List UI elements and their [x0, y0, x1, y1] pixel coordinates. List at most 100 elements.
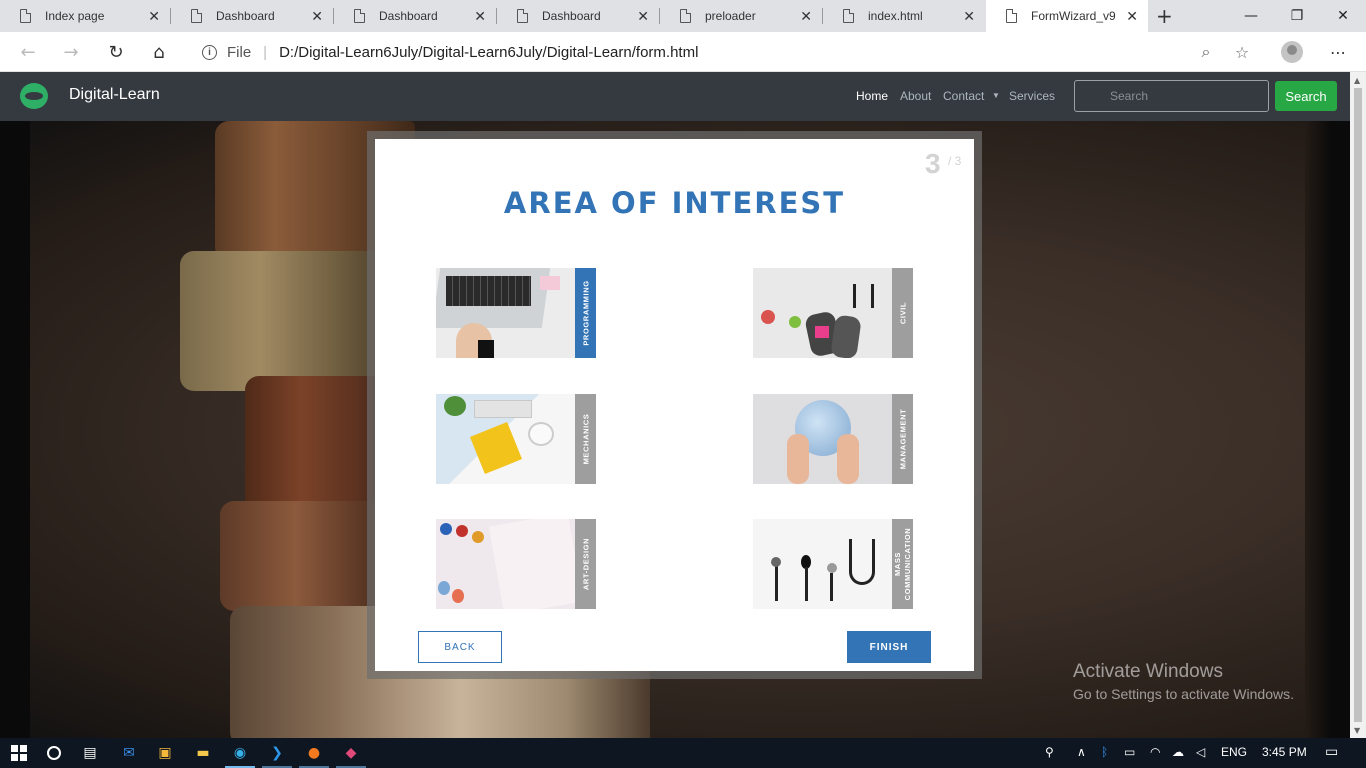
interest-option-mechanics[interactable]: MECHANICS [436, 394, 596, 484]
browser-tab[interactable]: index.html ✕ [823, 0, 985, 32]
back-button[interactable]: BACK [418, 631, 502, 663]
edge-browser-icon[interactable]: ◉ [229, 742, 251, 764]
option-label: PROGRAMMING [581, 280, 590, 346]
browser-tab[interactable]: Dashboard ✕ [334, 0, 496, 32]
option-label: MANAGEMENT [898, 408, 907, 470]
interest-option-programming[interactable]: PROGRAMMING [436, 268, 596, 358]
page-scrollbar[interactable]: ▲ ▼ [1350, 72, 1366, 738]
option-label: MECHANICS [581, 413, 590, 465]
clock[interactable]: 3:45 PM [1262, 745, 1307, 759]
close-tab-icon[interactable]: ✕ [963, 8, 975, 25]
site-brand[interactable]: Digital-Learn [69, 86, 160, 104]
browser-toolbar: ← → ↻ ⌂ i File | D:/Digital-Learn6July/D… [0, 32, 1366, 72]
nav-services[interactable]: Services [1009, 89, 1055, 103]
address-bar[interactable]: i File | D:/Digital-Learn6July/Digital-L… [188, 36, 1268, 68]
eye-logo-icon[interactable] [20, 83, 48, 109]
cloud-icon[interactable]: ☁ [1172, 745, 1184, 759]
interest-option-mass-communication[interactable]: MASS COMMUNICATION [753, 519, 913, 609]
volume-icon[interactable]: ◁ [1196, 745, 1205, 759]
paints-photo [436, 519, 575, 609]
step-number: 3 [925, 148, 941, 179]
close-tab-icon[interactable]: ✕ [148, 8, 160, 25]
nav-contact[interactable]: Contact [943, 89, 984, 103]
close-tab-icon[interactable]: ✕ [474, 8, 486, 25]
medical-tools-photo [753, 519, 892, 609]
option-label-tab: ART-DESIGN [575, 519, 596, 609]
chevron-up-icon[interactable]: ∧ [1077, 745, 1086, 759]
activate-windows-subtitle: Go to Settings to activate Windows. [1073, 686, 1294, 702]
new-tab-plus-icon[interactable]: + [1156, 4, 1173, 28]
favorite-star-icon[interactable]: ☆ [1226, 38, 1258, 66]
windows-start-icon[interactable] [8, 742, 30, 764]
profile-avatar[interactable] [1281, 41, 1303, 63]
interest-option-civil[interactable]: CIVIL [753, 268, 913, 358]
language-indicator[interactable]: ENG [1221, 745, 1247, 759]
restore-icon[interactable]: ❐ [1274, 0, 1320, 32]
people-icon[interactable]: ⚲ [1045, 745, 1054, 759]
scroll-down-arrow-icon[interactable]: ▼ [1354, 726, 1360, 735]
browser-tab-active[interactable]: FormWizard_v9 ✕ [986, 0, 1148, 32]
finish-button[interactable]: FINISH [847, 631, 931, 663]
browser-tab[interactable]: Index page ✕ [0, 0, 170, 32]
back-arrow-icon[interactable]: ← [12, 38, 44, 66]
bluetooth-icon[interactable]: ᛒ [1101, 745, 1108, 759]
nav-about[interactable]: About [900, 89, 931, 103]
store-icon[interactable]: ▣ [154, 742, 176, 764]
page-icon [843, 9, 854, 23]
option-label-tab: PROGRAMMING [575, 268, 596, 358]
page-icon [20, 9, 31, 23]
battery-icon[interactable]: ▭ [1124, 745, 1135, 759]
forward-arrow-icon[interactable]: → [55, 38, 87, 66]
close-window-icon[interactable]: ✕ [1320, 0, 1366, 32]
task-view-icon[interactable]: ▤ [79, 742, 101, 764]
firefox-icon[interactable]: ● [303, 742, 325, 764]
tab-label: index.html [868, 9, 923, 23]
address-divider: | [263, 43, 268, 61]
site-search-button[interactable]: Search [1275, 81, 1337, 111]
info-icon[interactable]: i [202, 44, 217, 60]
mail-icon[interactable]: ✉ [118, 742, 140, 764]
option-label-tab: MANAGEMENT [892, 394, 913, 484]
option-label-tab: MASS COMMUNICATION [892, 519, 913, 609]
browser-tab[interactable]: Dashboard ✕ [497, 0, 659, 32]
tab-label: FormWizard_v9 [1031, 9, 1116, 23]
more-options-icon[interactable]: ⋯ [1322, 38, 1354, 66]
option-label: CIVIL [898, 301, 907, 325]
globe-photo [753, 394, 892, 484]
close-tab-icon[interactable]: ✕ [311, 8, 323, 25]
option-label: MASS COMMUNICATION [892, 527, 912, 601]
paint-drop-icon[interactable]: ◆ [340, 742, 362, 764]
vscode-icon[interactable]: ❯ [266, 742, 288, 764]
site-search-input[interactable] [1074, 80, 1269, 112]
zoom-icon[interactable]: ⌕ [1190, 38, 1222, 66]
interest-option-art-design[interactable]: ART-DESIGN [436, 519, 596, 609]
tab-label: Dashboard [379, 9, 438, 23]
wifi-icon[interactable]: ◠ [1150, 745, 1160, 759]
close-tab-icon[interactable]: ✕ [800, 8, 812, 25]
fitness-photo [753, 268, 892, 358]
background-edge [1305, 121, 1350, 738]
url-text: D:/Digital-Learn6July/Digital-Learn6July… [279, 43, 699, 61]
home-icon[interactable]: ⌂ [143, 38, 175, 66]
close-tab-icon[interactable]: ✕ [637, 8, 649, 25]
minimize-icon[interactable]: — [1228, 0, 1274, 32]
close-tab-icon[interactable]: ✕ [1126, 8, 1138, 25]
background-edge [0, 121, 30, 738]
page-icon [680, 9, 691, 23]
browser-tab[interactable]: preloader ✕ [660, 0, 822, 32]
interest-option-management[interactable]: MANAGEMENT [753, 394, 913, 484]
scrollbar-thumb[interactable] [1354, 88, 1362, 722]
file-explorer-icon[interactable]: ▬ [192, 742, 214, 764]
page-icon [1006, 9, 1017, 23]
notifications-icon[interactable]: ▭ [1325, 743, 1338, 760]
address-scheme-label: File [227, 43, 252, 61]
nav-home[interactable]: Home [856, 89, 888, 103]
refresh-icon[interactable]: ↻ [100, 38, 132, 66]
activate-windows-title: Activate Windows [1073, 661, 1223, 682]
scroll-up-arrow-icon[interactable]: ▲ [1354, 76, 1360, 85]
caret-down-icon[interactable]: ▼ [992, 91, 1000, 100]
page-icon [354, 9, 365, 23]
option-label-tab: MECHANICS [575, 394, 596, 484]
browser-tab[interactable]: Dashboard ✕ [171, 0, 333, 32]
search-circle-icon[interactable] [43, 742, 65, 764]
